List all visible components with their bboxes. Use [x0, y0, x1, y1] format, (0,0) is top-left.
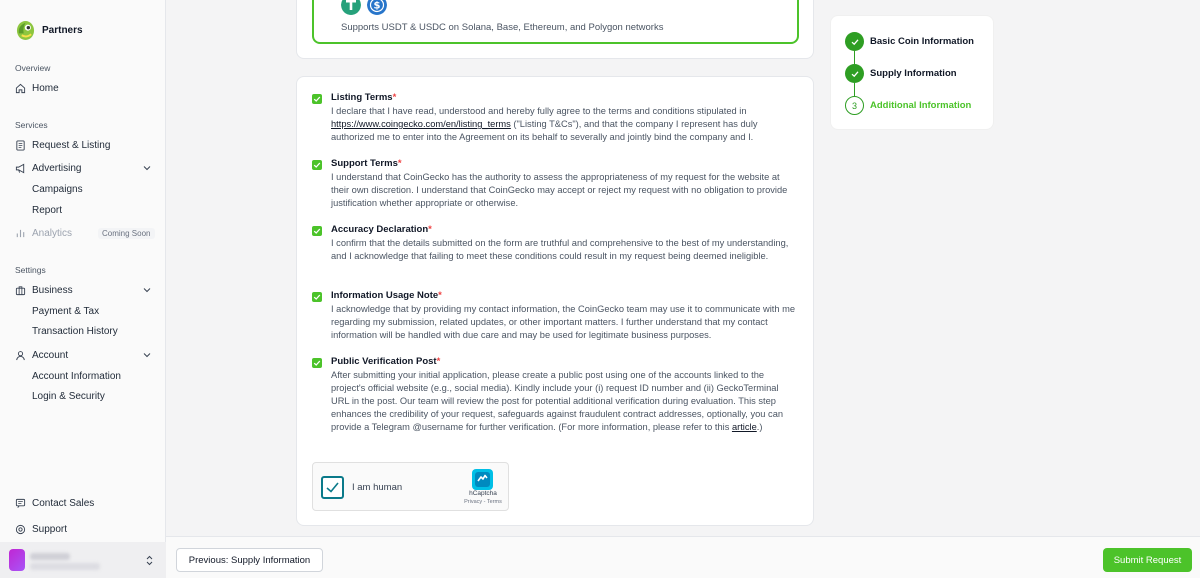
captcha-brand: hCaptcha [469, 490, 497, 497]
term-body: I declare that I have read, understood a… [331, 106, 758, 142]
chevron-down-icon[interactable] [143, 164, 151, 172]
hcaptcha-logo-icon [472, 469, 493, 490]
step-additional-information[interactable]: 3 Additional Information [845, 96, 971, 115]
support-icon [15, 524, 26, 534]
selected-payment-option[interactable]: $ Supports USDT & USDC on Solana, Base, … [312, 0, 799, 44]
briefcase-icon [15, 285, 26, 295]
chevron-up-down-icon [146, 555, 153, 566]
sidebar-item-analytics: Analytics Coming Soon [15, 225, 155, 241]
step-basic-coin-information[interactable]: Basic Coin Information [845, 32, 974, 51]
captcha-privacy-terms-link[interactable]: Privacy - Terms [458, 499, 508, 505]
megaphone-icon [15, 163, 25, 173]
usdt-icon [341, 0, 361, 15]
progress-stepper: Basic Coin Information Supply Informatio… [830, 15, 994, 130]
term-body: I understand that CoinGecko has the auth… [331, 172, 788, 208]
sidebar: Partners Overview Home Services Request … [0, 0, 166, 578]
svg-text:$: $ [374, 1, 381, 12]
term-title: Support Terms* [331, 158, 402, 169]
term-title: Public Verification Post* [331, 356, 441, 367]
step-connector [854, 83, 855, 96]
usdc-icon: $ [367, 0, 387, 15]
sidebar-item-label: Contact Sales [32, 497, 95, 509]
listing-terms-link[interactable]: https://www.coingecko.com/en/listing_ter… [331, 119, 511, 129]
home-icon [15, 83, 26, 93]
sidebar-item-business[interactable]: Business [15, 282, 155, 298]
checkmark-icon [313, 228, 321, 234]
sidebar-item-payment-tax[interactable]: Payment & Tax [32, 306, 99, 317]
sidebar-item-label: Advertising [32, 162, 82, 174]
sidebar-item-account-information[interactable]: Account Information [32, 371, 121, 382]
supported-networks-note: Supports USDT & USDC on Solana, Base, Et… [341, 22, 664, 33]
captcha-label: I am human [352, 482, 403, 493]
checkmark-icon [313, 162, 321, 168]
bar-chart-icon [16, 229, 25, 237]
step-label: Basic Coin Information [870, 36, 974, 47]
blurred-user-email [30, 563, 100, 570]
avatar [9, 549, 25, 571]
step-label: Supply Information [870, 68, 957, 79]
step-connector [854, 51, 855, 64]
submit-request-button[interactable]: Submit Request [1103, 548, 1192, 572]
section-label-overview: Overview [15, 63, 51, 73]
sidebar-item-transaction-history[interactable]: Transaction History [32, 326, 118, 337]
term-body: I acknowledge that by providing my conta… [331, 304, 796, 340]
section-label-settings: Settings [15, 265, 46, 275]
sidebar-item-label: Request & Listing [32, 139, 111, 151]
payment-method-card: $ Supports USDT & USDC on Solana, Base, … [296, 0, 814, 59]
sidebar-item-support[interactable]: Support [15, 521, 155, 537]
sidebar-item-label: Business [32, 284, 73, 296]
step-current-indicator: 3 [845, 96, 864, 115]
term-body: I confirm that the details submitted on … [331, 238, 789, 261]
sidebar-item-label: Account [32, 349, 69, 361]
brand[interactable]: Partners [16, 20, 83, 41]
sidebar-item-request-listing[interactable]: Request & Listing [15, 137, 155, 153]
coingecko-logo-icon [16, 21, 35, 40]
term-body: After submitting your initial applicatio… [331, 370, 784, 432]
hcaptcha-widget: I am human hCaptcha Privacy - Terms [312, 462, 509, 511]
term-title: Accuracy Declaration* [331, 224, 432, 235]
user-icon [16, 350, 25, 360]
chevron-down-icon[interactable] [143, 351, 151, 359]
public-verification-checkbox[interactable] [312, 358, 322, 368]
term-title: Listing Terms* [331, 92, 397, 103]
sidebar-item-campaigns[interactable]: Campaigns [32, 184, 83, 195]
article-link[interactable]: article [732, 422, 757, 432]
brand-name: Partners [42, 25, 83, 36]
previous-step-button[interactable]: Previous: Supply Information [176, 548, 323, 572]
support-terms-checkbox[interactable] [312, 160, 322, 170]
terms-card: Listing Terms* I declare that I have rea… [296, 76, 814, 526]
form-footer: Previous: Supply Information Submit Requ… [166, 536, 1200, 578]
listing-terms-checkbox[interactable] [312, 94, 322, 104]
sidebar-item-account[interactable]: Account [15, 347, 155, 363]
sidebar-item-advertising[interactable]: Advertising [15, 160, 155, 176]
step-supply-information[interactable]: Supply Information [845, 64, 957, 83]
checkmark-icon [851, 38, 858, 45]
step-label: Additional Information [870, 100, 972, 111]
coming-soon-badge: Coming Soon [98, 227, 155, 239]
sidebar-item-label: Support [32, 523, 68, 535]
checkmark-icon [851, 70, 858, 77]
sidebar-item-contact-sales[interactable]: Contact Sales [15, 495, 155, 511]
term-title: Information Usage Note* [331, 290, 442, 301]
chat-icon [15, 498, 26, 508]
chevron-down-icon[interactable] [143, 286, 151, 294]
step-done-indicator [845, 32, 864, 51]
sidebar-item-label: Home [32, 82, 59, 94]
document-icon [16, 139, 25, 151]
user-switcher[interactable] [0, 542, 166, 578]
sidebar-item-label: Analytics [32, 227, 73, 239]
accuracy-declaration-checkbox[interactable] [312, 226, 322, 236]
captcha-checkbox[interactable] [321, 476, 344, 499]
sidebar-item-report[interactable]: Report [32, 205, 62, 216]
blurred-user-name [30, 553, 70, 560]
information-usage-checkbox[interactable] [312, 292, 322, 302]
checkmark-icon [326, 482, 339, 493]
step-done-indicator [845, 64, 864, 83]
checkmark-icon [313, 294, 321, 300]
checkmark-icon [313, 96, 321, 102]
section-label-services: Services [15, 120, 48, 130]
sidebar-item-home[interactable]: Home [15, 80, 155, 96]
sidebar-item-login-security[interactable]: Login & Security [32, 391, 105, 402]
checkmark-icon [313, 360, 321, 366]
